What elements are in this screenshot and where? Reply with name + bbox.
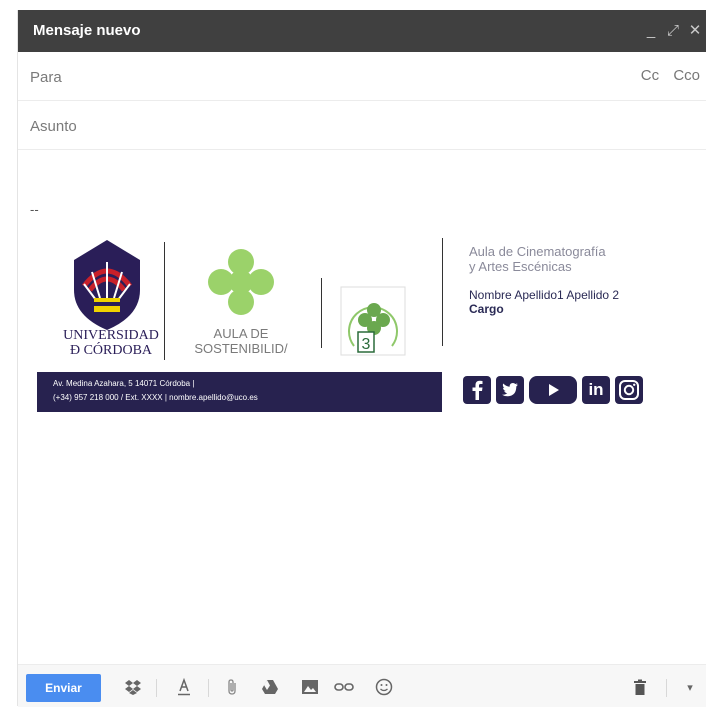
- compose-toolbar: Enviar ▾: [18, 664, 706, 707]
- address-line1: Av. Medina Azahara, 5 14071 Córdoba |: [53, 379, 195, 388]
- attach-icon[interactable]: [222, 678, 242, 696]
- university-line2: Ð CÓRDOBA: [69, 343, 153, 358]
- toolbar-separator: [156, 679, 157, 697]
- person-info: Nombre Apellido1 Apellido 2 Cargo: [469, 288, 619, 316]
- facebook-icon[interactable]: [463, 376, 491, 404]
- divider-3: [442, 238, 443, 346]
- aula-line2: SOSTENIBILID/: [194, 341, 288, 356]
- youtube-icon[interactable]: [529, 376, 577, 404]
- certification-badge: 3: [340, 286, 406, 356]
- subject-input[interactable]: [28, 113, 592, 139]
- linkedin-icon-text: in: [588, 380, 604, 399]
- divider-1: [164, 242, 165, 360]
- address-line2: (+34) 957 218 000 / Ext. XXXX | nombre.a…: [53, 393, 258, 402]
- university-line1: UNIVERSIDAD: [63, 328, 159, 343]
- person-name: Nombre Apellido1 Apellido 2: [469, 288, 620, 302]
- toolbar-separator: [208, 679, 209, 697]
- to-row: Cc Cco: [18, 52, 706, 101]
- insert-photo-icon[interactable]: [300, 678, 320, 696]
- university-name: UNIVERSIDAD Ð CÓRDOBA: [52, 328, 170, 358]
- compose-window: Mensaje nuevo _ ⤢ ✕ Cc Cco --: [18, 10, 706, 707]
- department-line1: Aula de Cinematografía: [469, 244, 606, 259]
- twitter-icon[interactable]: [496, 376, 524, 404]
- department-line2: y Artes Escénicas: [469, 259, 572, 274]
- department-name: Aula de Cinematografía y Artes Escénicas: [469, 244, 606, 274]
- address-bar: Av. Medina Azahara, 5 14071 Córdoba | (+…: [37, 372, 442, 412]
- insert-link-icon[interactable]: [334, 678, 354, 696]
- window-controls: _ ⤢ ✕: [640, 20, 706, 42]
- expand-icon[interactable]: ⤢: [662, 20, 684, 42]
- signature-separator: --: [30, 202, 39, 217]
- send-button[interactable]: Enviar: [26, 674, 101, 702]
- trash-icon[interactable]: [630, 678, 650, 696]
- to-input[interactable]: [28, 64, 592, 90]
- person-role: Cargo: [469, 302, 504, 316]
- cco-link[interactable]: Cco: [673, 67, 700, 84]
- dropbox-icon[interactable]: [123, 678, 143, 696]
- minimize-icon[interactable]: _: [640, 20, 662, 42]
- aula-line1: AULA DE: [213, 326, 269, 341]
- drive-icon[interactable]: [260, 678, 280, 696]
- toolbar-separator: [666, 679, 667, 697]
- linkedin-icon[interactable]: in: [582, 376, 610, 404]
- divider-2: [321, 278, 322, 348]
- badge-number: 3: [362, 336, 371, 353]
- compose-title: Mensaje nuevo: [33, 22, 141, 39]
- emoji-icon[interactable]: [374, 678, 394, 696]
- more-options-icon[interactable]: ▾: [680, 678, 700, 696]
- compose-titlebar[interactable]: Mensaje nuevo _ ⤢ ✕: [18, 10, 706, 52]
- cc-link[interactable]: Cc: [641, 67, 659, 84]
- clover-logo: [208, 249, 274, 315]
- subject-row: [18, 101, 706, 150]
- text-format-icon[interactable]: [174, 678, 194, 696]
- social-icons: in: [463, 376, 643, 404]
- instagram-icon[interactable]: [615, 376, 643, 404]
- aula-sostenibilidad-text: AULA DE SOSTENIBILID/: [176, 326, 306, 356]
- close-icon[interactable]: ✕: [684, 20, 706, 42]
- cc-links: Cc Cco: [631, 67, 700, 84]
